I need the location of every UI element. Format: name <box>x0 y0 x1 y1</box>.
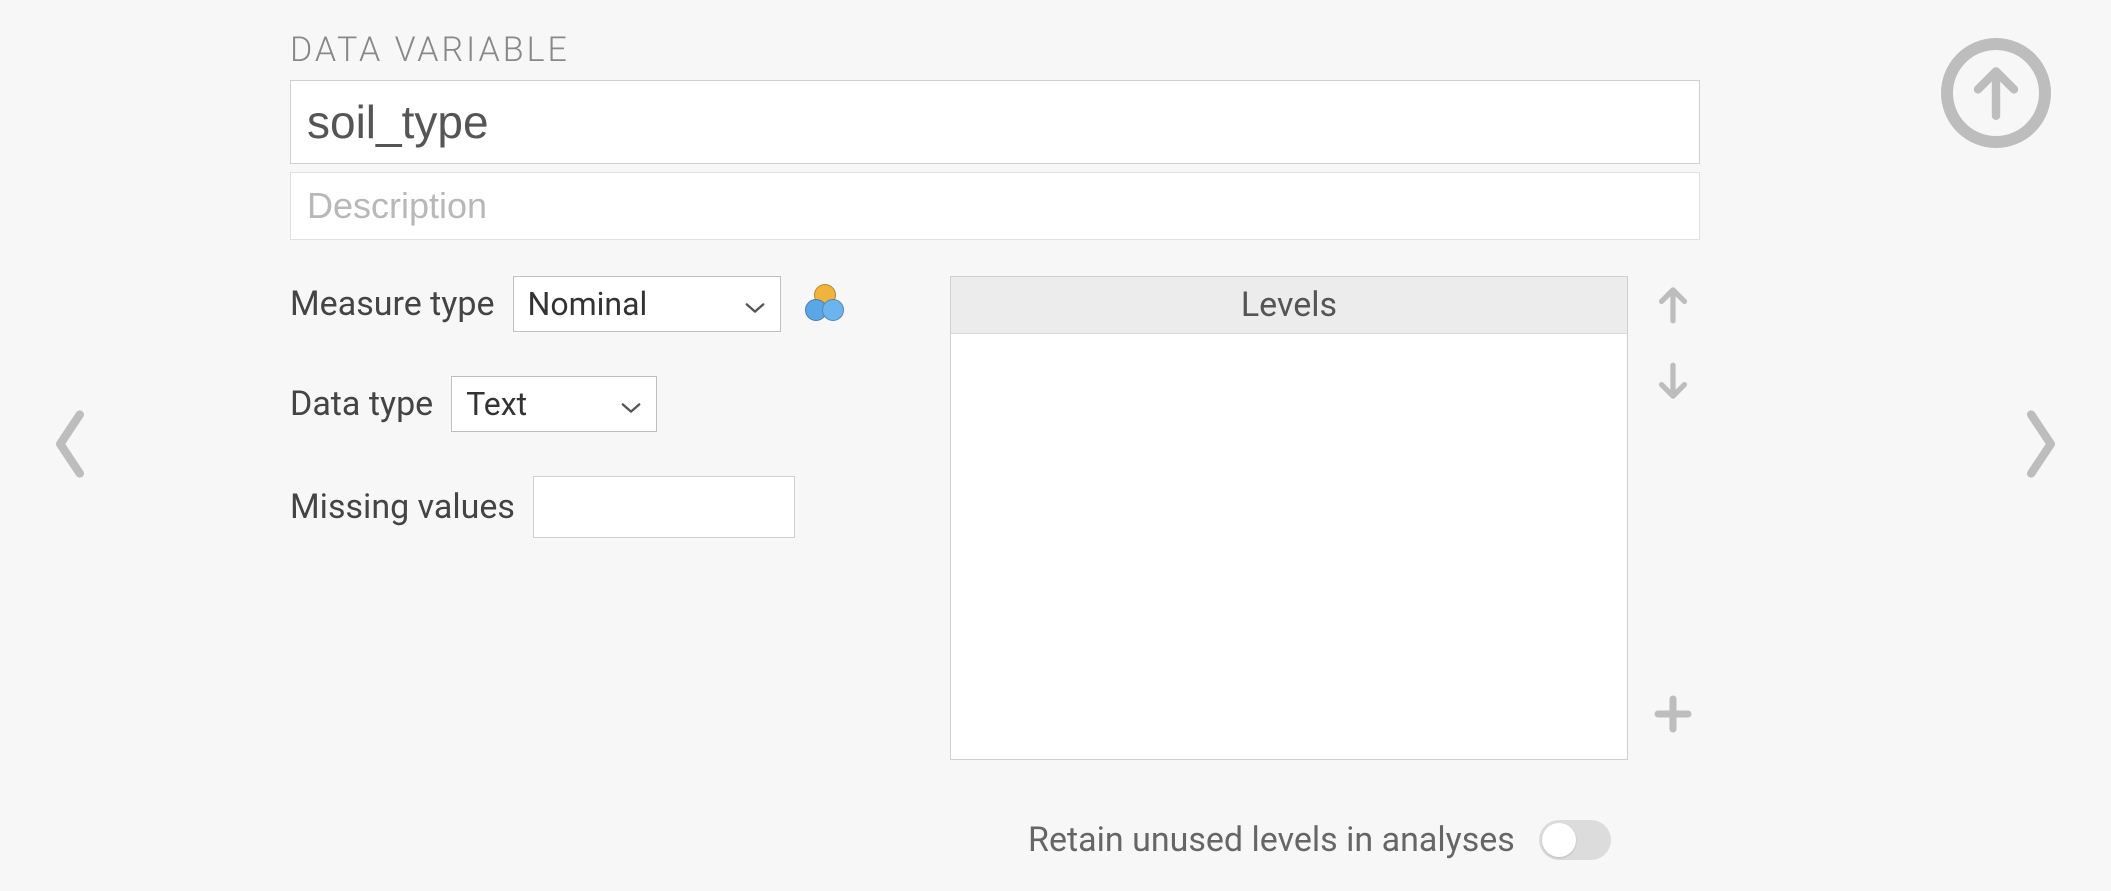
levels-body <box>951 334 1627 759</box>
data-type-select[interactable]: Text <box>451 376 657 432</box>
nominal-icon <box>805 284 845 324</box>
missing-values-label: Missing values <box>290 487 515 527</box>
variable-description-input[interactable] <box>290 172 1700 240</box>
collapse-panel-button[interactable] <box>1941 38 2051 148</box>
levels-column: Levels <box>950 276 1700 760</box>
data-type-value: Text <box>466 385 527 423</box>
chevron-down-icon <box>620 385 642 423</box>
section-title: DATA VARIABLE <box>290 30 1700 70</box>
level-add-button[interactable] <box>1651 692 1695 740</box>
levels-controls <box>1646 276 1700 760</box>
variable-panel: DATA VARIABLE Measure type Nominal <box>290 30 1700 760</box>
editor-columns: Measure type Nominal Data type Text <box>290 276 1700 760</box>
level-move-down-button[interactable] <box>1651 360 1695 408</box>
measure-type-select[interactable]: Nominal <box>513 276 781 332</box>
missing-values-input[interactable] <box>533 476 795 538</box>
data-type-label: Data type <box>290 384 433 424</box>
levels-listbox[interactable]: Levels <box>950 276 1628 760</box>
missing-values-row: Missing values <box>290 476 890 538</box>
retain-unused-label: Retain unused levels in analyses <box>1028 820 1515 860</box>
chevron-down-icon <box>744 285 766 323</box>
prev-variable-button[interactable] <box>48 409 92 483</box>
levels-header: Levels <box>951 277 1627 334</box>
measure-type-label: Measure type <box>290 284 495 324</box>
variable-name-input[interactable] <box>290 80 1700 164</box>
retain-unused-toggle[interactable] <box>1539 820 1611 860</box>
toggle-knob <box>1542 823 1576 857</box>
measure-type-row: Measure type Nominal <box>290 276 890 332</box>
level-move-up-button[interactable] <box>1651 282 1695 330</box>
variable-editor-panel: DATA VARIABLE Measure type Nominal <box>0 0 2111 891</box>
measure-type-value: Nominal <box>528 285 648 323</box>
next-variable-button[interactable] <box>2019 409 2063 483</box>
type-settings-column: Measure type Nominal Data type Text <box>290 276 890 760</box>
retain-unused-row: Retain unused levels in analyses <box>1028 820 1611 860</box>
data-type-row: Data type Text <box>290 376 890 432</box>
